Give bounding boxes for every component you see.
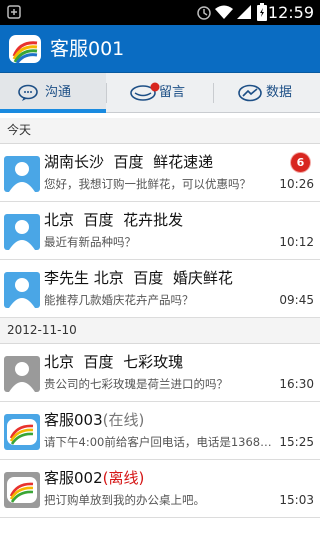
user-avatar-icon [4,214,40,250]
user-avatar-offline-icon [4,356,40,392]
section-header-date: 2012-11-10 [0,318,320,344]
conversation-title: 客服002(离线) [44,469,144,488]
tab-label: 沟通 [45,85,72,100]
message-board-icon [130,82,160,101]
conversation-title: 北京 百度 花卉批发 [44,211,184,229]
conversation-time: 10:26 [279,177,314,191]
clock: 12:59 [267,3,314,22]
user-avatar-icon [4,156,40,192]
conversation-title: 李先生 北京 百度 婚庆鲜花 [44,269,233,287]
section-label: 今天 [7,123,32,137]
conversation-row[interactable]: 湖南长沙 百度 鲜花速递 6 您好，我想订购一批鲜花，可以优惠吗？ 10:26 [0,144,320,202]
online-status: (在线) [102,411,145,429]
conversation-row[interactable]: 客服003(在线) 请下午4:00前给客户回电话，电话是136823… 15:2… [0,402,320,460]
conversation-time: 16:30 [279,377,314,391]
tab-messages[interactable]: 留言 [107,73,213,113]
conversation-row[interactable]: 北京 百度 七彩玫瑰 贵公司的七彩玫瑰是荷兰进口的吗？ 16:30 [0,344,320,402]
agent-name: 客服003 [44,411,103,429]
tab-communicate[interactable]: 沟通 [0,73,106,113]
tab-label: 留言 [159,85,186,100]
usb-debug-icon [7,5,21,19]
section-header-today: 今天 [0,118,320,144]
battery-icon [257,3,267,21]
app-bar: 客服001 [0,25,320,73]
conversation-preview: 最近有新品种吗？ [44,235,136,249]
chat-bubbles-icon [18,84,38,101]
conversation-preview: 把订购单放到我的办公桌上吧。 [44,493,205,507]
app-logo-icon [9,35,41,64]
conversation-time: 09:45 [279,293,314,307]
conversation-preview: 您好，我想订购一批鲜花，可以优惠吗？ [44,177,251,191]
offline-status: (离线) [102,469,145,487]
tab-bar: 沟通 留言 数据 [0,73,320,113]
conversation-row[interactable]: 北京 百度 花卉批发 最近有新品种吗？ 10:12 [0,202,320,260]
conversation-title: 湖南长沙 百度 鲜花速递 [44,153,214,171]
conversation-title: 客服003(在线) [44,411,144,430]
conversation-preview: 请下午4:00前给客户回电话，电话是136823… [44,435,276,449]
alarm-icon [197,6,211,20]
status-bar: 12:59 [0,0,320,25]
conversation-time: 15:03 [279,493,314,507]
trend-chart-icon [238,84,262,102]
unread-count-badge: 6 [291,153,310,172]
wifi-icon [215,5,233,19]
signal-icon [237,5,251,19]
page-title: 客服001 [50,38,125,60]
section-label: 2012-11-10 [7,323,77,337]
tab-label: 数据 [266,85,293,100]
conversation-time: 15:25 [279,435,314,449]
agent-logo-avatar-offline-icon [4,472,40,508]
conversation-preview: 能推荐几款婚庆花卉产品吗？ [44,293,194,307]
agent-name: 客服002 [44,469,103,487]
tab-data[interactable]: 数据 [214,73,320,113]
conversation-row[interactable]: 李先生 北京 百度 婚庆鲜花 能推荐几款婚庆花卉产品吗？ 09:45 [0,260,320,318]
conversation-row[interactable]: 客服002(离线) 把订购单放到我的办公桌上吧。 15:03 [0,460,320,518]
tab-active-indicator [0,109,106,113]
user-avatar-icon [4,272,40,308]
conversation-time: 10:12 [279,235,314,249]
conversation-title: 北京 百度 七彩玫瑰 [44,353,184,371]
agent-logo-avatar-icon [4,414,40,450]
conversation-preview: 贵公司的七彩玫瑰是荷兰进口的吗？ [44,377,228,391]
